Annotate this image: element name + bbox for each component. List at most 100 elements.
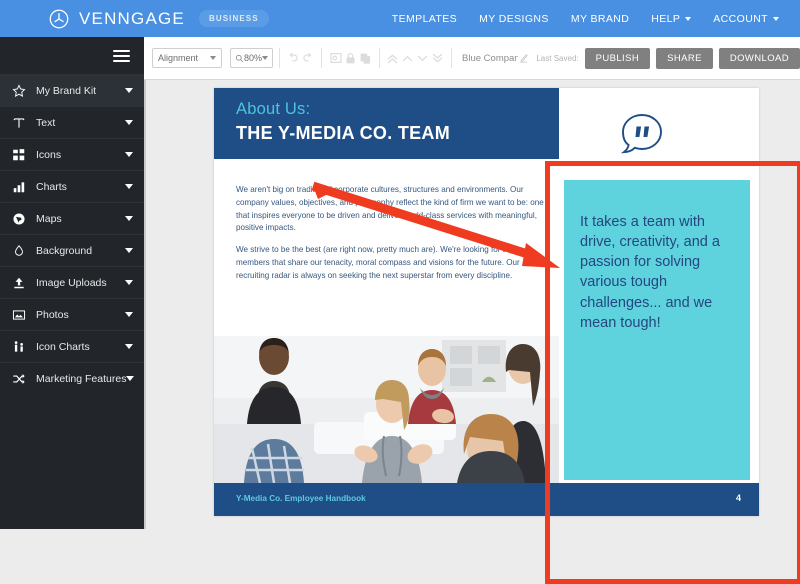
share-button[interactable]: SHARE	[656, 47, 713, 69]
brand-name: VENNGAGE	[79, 8, 185, 28]
page-number: 4	[735, 493, 741, 503]
magnifier-icon	[235, 54, 244, 62]
bring-forward-button[interactable]	[400, 48, 415, 68]
photo-illustration	[214, 336, 559, 483]
upload-arrow-icon	[9, 274, 28, 291]
nav-label-my-brand: MY BRAND	[570, 12, 630, 25]
sidebar-item-background[interactable]: Background	[0, 234, 144, 266]
left-sidebar: My Brand Kit Text Icons Charts Maps Back…	[0, 37, 144, 529]
header-title: THE Y-MEDIA CO. TEAM	[236, 123, 451, 143]
design-page[interactable]: About Us: THE Y-MEDIA CO. TEAM We aren't…	[214, 88, 759, 516]
sidebar-item-maps[interactable]: Maps	[0, 202, 144, 234]
nav-label-templates: TEMPLATES	[391, 12, 458, 25]
toolbar-divider	[378, 48, 380, 68]
sidebar-label-maps: Maps	[36, 212, 62, 225]
top-navigation: TEMPLATES MY DESIGNS MY BRAND HELP ACCOU…	[381, 13, 790, 25]
plan-badge: BUSINESS	[198, 10, 269, 27]
nav-label-my-designs: MY DESIGNS	[479, 12, 549, 25]
chevron-down-icon	[125, 280, 133, 285]
pictogram-icon	[9, 338, 28, 355]
send-to-back-button[interactable]	[430, 48, 445, 68]
venngage-circle-logo-icon	[49, 9, 69, 28]
bring-to-front-button[interactable]	[385, 48, 400, 68]
nav-item-my-designs[interactable]: MY DESIGNS	[468, 13, 560, 25]
nav-label-help: HELP	[651, 12, 681, 25]
sidebar-item-icon-charts[interactable]: Icon Charts	[0, 330, 144, 362]
chevron-down-icon	[125, 216, 133, 221]
team-meeting-photo[interactable]	[214, 336, 559, 483]
sidebar-item-text[interactable]: Text	[0, 106, 144, 138]
sidebar-label-icon-charts: Icon Charts	[36, 340, 90, 353]
quote-text: It takes a team with drive, creativity, …	[580, 214, 720, 331]
last-saved-label: Last Saved:	[536, 53, 579, 63]
sidebar-label-marketing-features: Marketing Features	[36, 372, 127, 385]
zoom-level-value: 80%	[243, 53, 262, 63]
photo-frame-icon	[9, 306, 28, 323]
chevron-down-icon	[126, 376, 135, 381]
header-subtitle: About Us:	[236, 100, 311, 118]
toolbar-divider	[451, 48, 453, 68]
nav-item-my-brand[interactable]: MY BRAND	[560, 13, 640, 25]
nav-item-account[interactable]: ACCOUNT	[702, 13, 790, 25]
text-t-icon	[9, 114, 28, 131]
sidebar-item-image-uploads[interactable]: Image Uploads	[0, 266, 144, 298]
sidebar-label-photos: Photos	[36, 308, 69, 321]
sidebar-item-my-brand-kit[interactable]: My Brand Kit	[0, 74, 144, 106]
nav-item-help[interactable]: HELP	[640, 13, 702, 25]
zoom-control[interactable]: 80%	[229, 48, 273, 68]
sidebar-menu-toggle[interactable]	[0, 37, 144, 74]
chevron-down-icon	[262, 56, 268, 60]
nav-item-templates[interactable]: TEMPLATES	[381, 13, 468, 25]
chevron-down-icon	[125, 120, 133, 125]
star-icon	[9, 82, 28, 99]
pencil-edit-icon[interactable]	[518, 48, 529, 68]
frame-button[interactable]	[328, 48, 343, 68]
chevron-down-icon	[685, 16, 692, 21]
sidebar-label-my-brand-kit: My Brand Kit	[36, 84, 97, 97]
chevron-down-icon	[125, 312, 133, 317]
undo-button[interactable]	[286, 48, 301, 68]
sidebar-label-text: Text	[36, 116, 56, 129]
editor-toolbar: Alignment 80% Blue Company E...	[144, 37, 800, 80]
nav-label-account: ACCOUNT	[713, 12, 768, 25]
speech-bubble-quote-icon[interactable]	[619, 112, 665, 156]
chevron-down-icon	[209, 56, 216, 60]
chevron-down-icon	[773, 16, 779, 21]
publish-button[interactable]: PUBLISH	[584, 47, 651, 69]
send-backward-button[interactable]	[415, 48, 430, 68]
app-top-bar: VENNGAGE BUSINESS TEMPLATES MY DESIGNS M…	[0, 0, 800, 37]
sidebar-item-charts[interactable]: Charts	[0, 170, 144, 202]
page-header-block[interactable]: About Us: THE Y-MEDIA CO. TEAM	[214, 88, 559, 159]
chevron-down-icon	[125, 88, 133, 93]
bar-chart-icon	[9, 178, 28, 195]
alignment-label: Alignment	[158, 53, 199, 63]
lock-button[interactable]	[343, 48, 358, 68]
sidebar-label-icons: Icons	[36, 148, 62, 161]
toolbar-action-buttons: PUBLISH SHARE DOWNLOAD	[579, 47, 800, 69]
duplicate-button[interactable]	[358, 48, 373, 68]
document-title[interactable]: Blue Company E...	[462, 53, 518, 64]
hamburger-icon	[113, 47, 130, 65]
droplet-icon	[9, 242, 28, 259]
canvas-area[interactable]: About Us: THE Y-MEDIA CO. TEAM We aren't…	[144, 80, 800, 584]
toolbar-divider	[279, 48, 280, 68]
sidebar-label-image-uploads: Image Uploads	[36, 276, 107, 289]
quote-card[interactable]: It takes a team with drive, creativity, …	[564, 180, 750, 480]
sidebar-label-background: Background	[36, 244, 93, 257]
shuffle-arrows-icon	[9, 370, 28, 387]
redo-button[interactable]	[301, 48, 316, 68]
sidebar-item-icons[interactable]: Icons	[0, 138, 144, 170]
body-text-block[interactable]: We aren't big on traditional corporate c…	[236, 184, 544, 291]
sidebar-item-marketing-features[interactable]: Marketing Features	[0, 362, 144, 394]
alignment-dropdown[interactable]: Alignment	[152, 48, 222, 68]
chevron-down-icon	[125, 152, 133, 157]
paragraph-2: We strive to be the best (are right now,…	[236, 245, 521, 280]
page-footer-block[interactable]: Y-Media Co. Employee Handbook 4	[214, 483, 759, 516]
brand-logo-group[interactable]: VENNGAGE BUSINESS	[48, 8, 269, 30]
footer-label: Y-Media Co. Employee Handbook	[236, 494, 366, 503]
globe-icon	[9, 210, 28, 227]
chevron-down-icon	[125, 184, 133, 189]
sidebar-label-charts: Charts	[36, 180, 67, 193]
sidebar-item-photos[interactable]: Photos	[0, 298, 144, 330]
download-button[interactable]: DOWNLOAD	[718, 47, 800, 69]
